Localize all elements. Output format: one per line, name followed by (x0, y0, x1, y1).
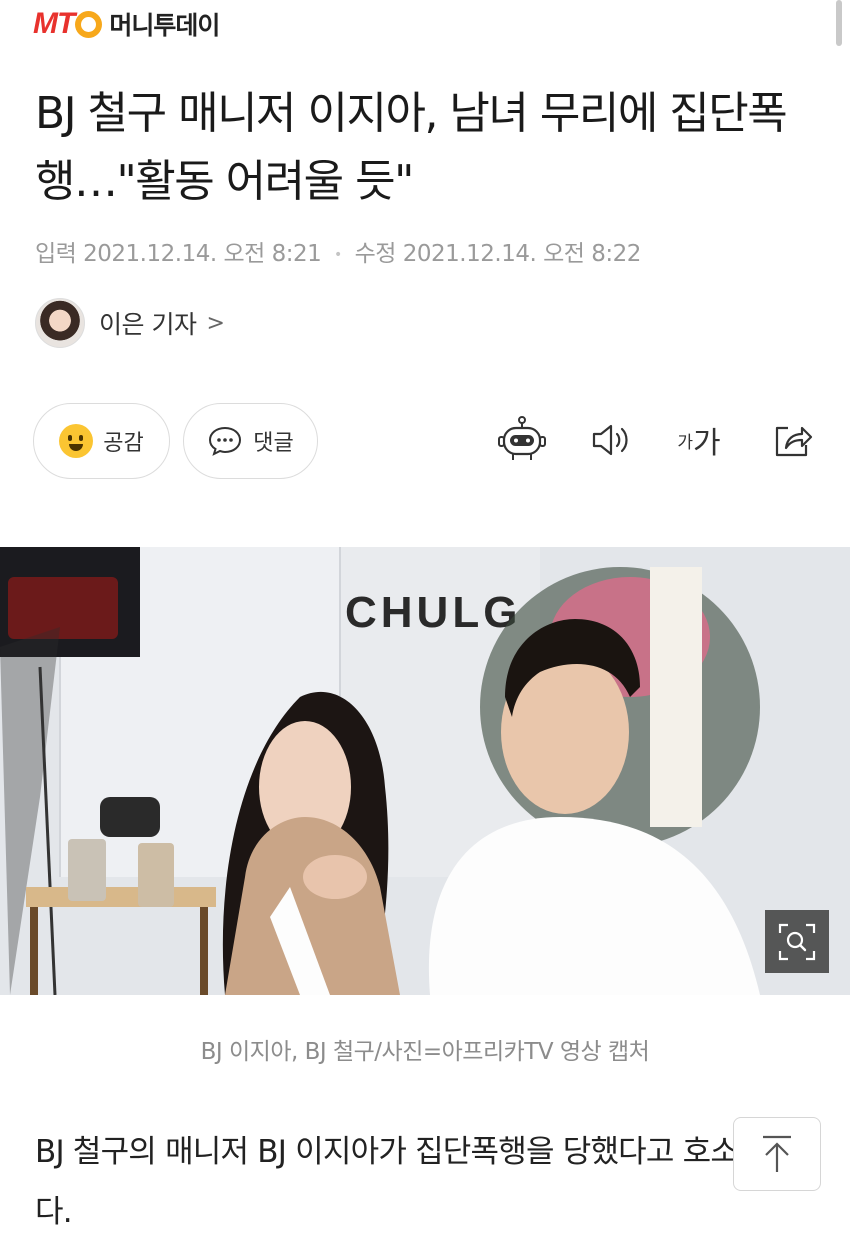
comment-bubble-icon (209, 426, 242, 456)
meta-separator: • (334, 246, 342, 263)
logo-name: 머니투데이 (109, 11, 220, 40)
published-date: 2021.12.14. 오전 8:21 (83, 241, 322, 267)
smile-emoji-icon (59, 424, 94, 458)
logo-o-icon (75, 10, 103, 38)
article-meta: 입력 2021.12.14. 오전 8:21 • 수정 2021.12.14. … (35, 234, 641, 268)
scrollbar[interactable] (836, 0, 842, 46)
font-small-glyph: 가 (677, 432, 694, 453)
arrow-up-icon (763, 1135, 791, 1172)
like-button[interactable]: 공감 (33, 403, 170, 479)
robot-icon (498, 416, 546, 460)
author-avatar (35, 298, 85, 348)
speaker-icon (592, 424, 628, 456)
photo-zoom-button[interactable] (765, 910, 829, 973)
article-body: BJ 철구의 매니저 BJ 이지아가 집단폭행을 당했다고 호소했다. (35, 1134, 767, 1230)
article-title: BJ 철구 매니저 이지아, 남녀 무리에 집단폭행…"활동 어려울 듯" (35, 88, 788, 207)
site-logo[interactable]: MT 머니투데이 (33, 6, 220, 42)
share-icon (775, 426, 813, 457)
comment-label: 댓글 (253, 431, 294, 456)
share-button[interactable] (770, 416, 816, 464)
site-header: MT 머니투데이 (0, 0, 850, 52)
comment-button[interactable]: 댓글 (183, 403, 318, 479)
modified-date: 2021.12.14. 오전 8:22 (402, 241, 642, 267)
font-large-glyph: 가 (693, 426, 721, 461)
author-link[interactable]: 이은 기자 > (35, 298, 225, 348)
article-photo[interactable]: CHULG (0, 547, 850, 995)
logo-mark: MT (33, 7, 103, 41)
photo-scene: CHULG (0, 547, 850, 995)
summary-bot-button[interactable] (497, 416, 547, 464)
tts-button[interactable] (588, 416, 634, 464)
author-name: 이은 기자 (99, 310, 197, 339)
chevron-right-icon: > (206, 310, 225, 336)
font-size-button[interactable]: 가 가 (672, 416, 726, 464)
modified-label: 수정 (354, 241, 397, 267)
photo-overlay-text: CHULG (345, 588, 521, 637)
published-label: 입력 (35, 241, 77, 267)
scroll-top-button[interactable] (733, 1117, 821, 1191)
like-label: 공감 (103, 431, 144, 456)
photo-caption: BJ 이지아, BJ 철구/사진=아프리카TV 영상 캡처 (200, 1039, 650, 1065)
zoom-icon (778, 923, 816, 960)
